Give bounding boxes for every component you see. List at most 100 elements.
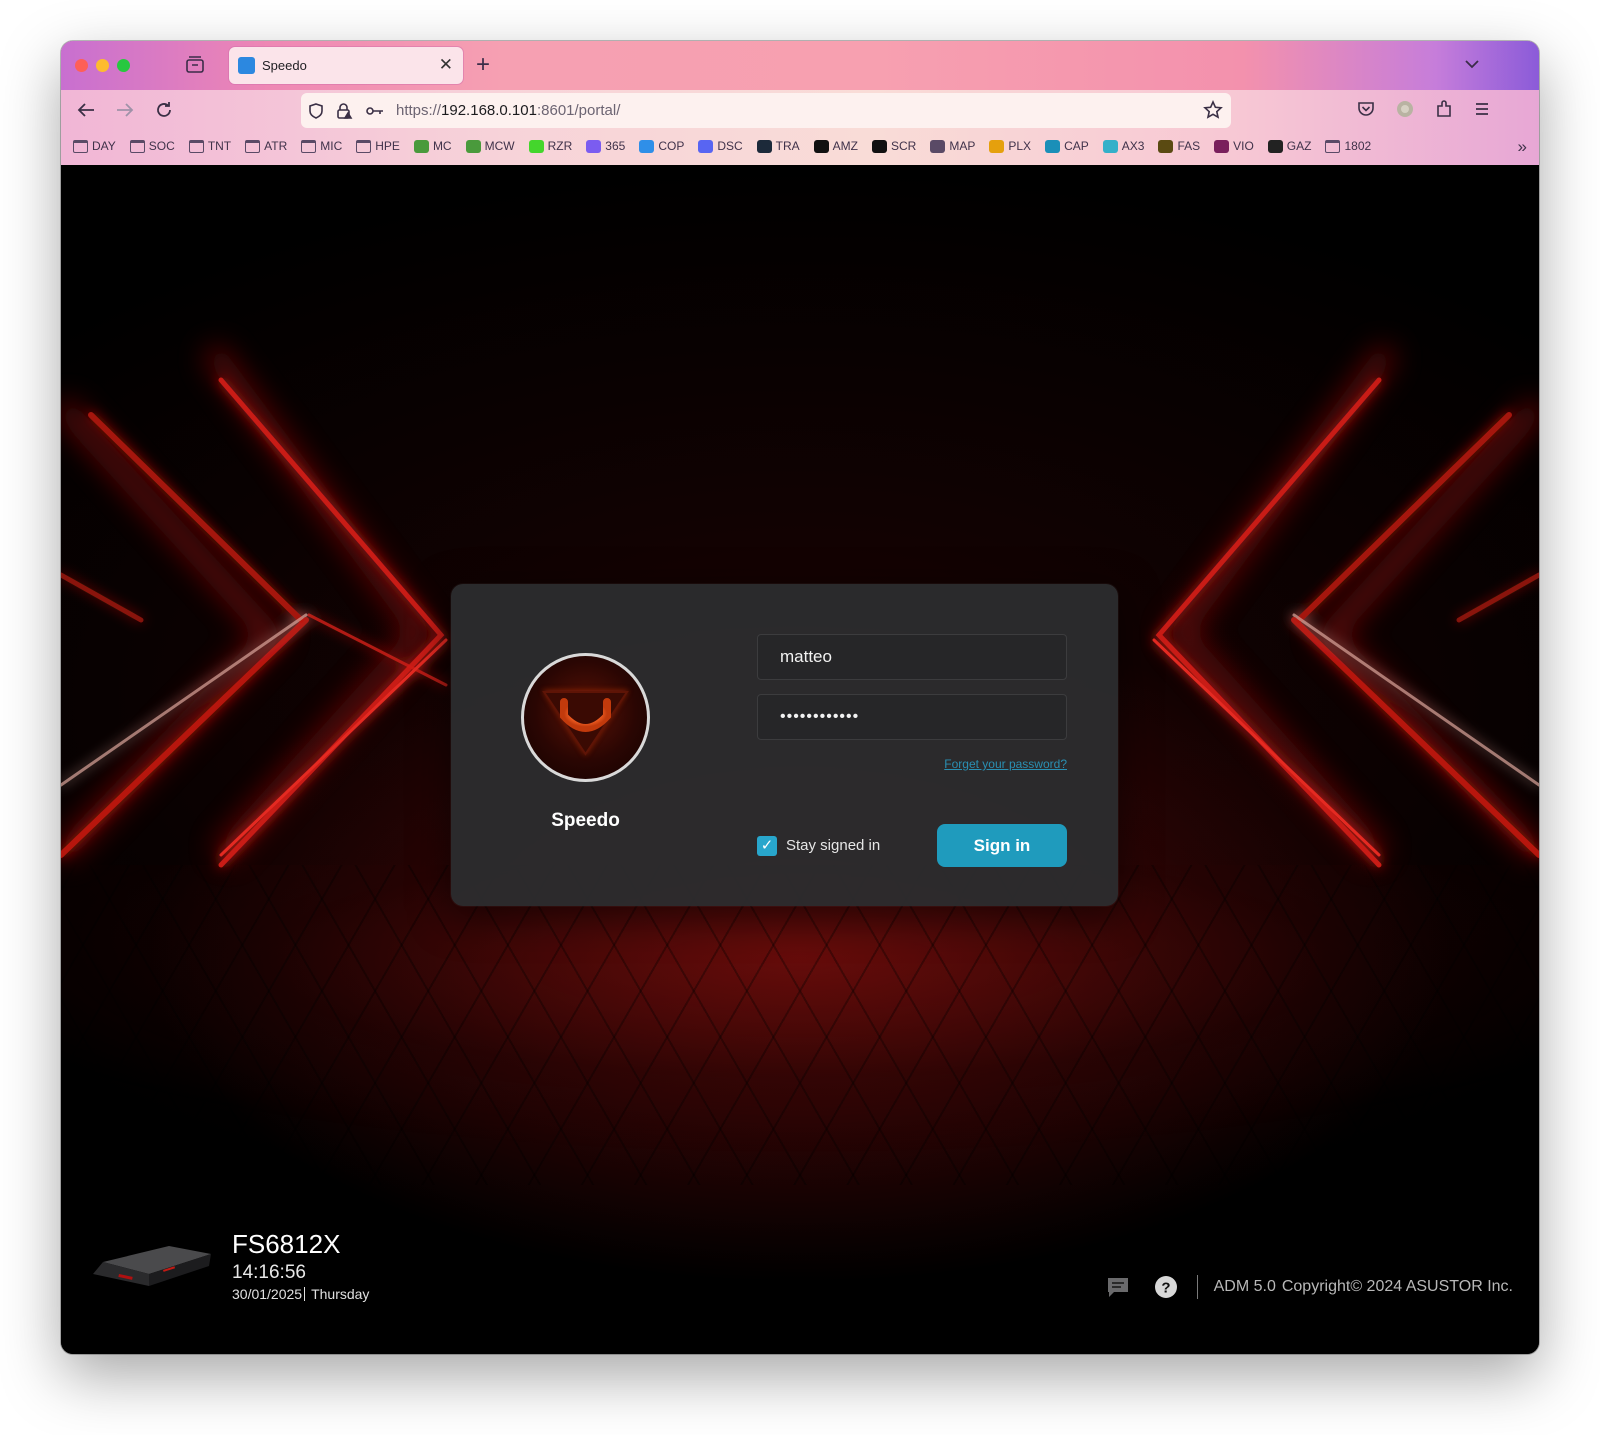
feedback-chat-icon[interactable]	[1105, 1274, 1131, 1300]
tra-icon	[756, 139, 772, 153]
minimize-window-button[interactable]	[96, 59, 109, 72]
bookmark-dsc[interactable]: DSC	[698, 139, 743, 153]
folder-icon	[301, 139, 317, 153]
tplink-icon	[1102, 139, 1118, 153]
bookmark-1802[interactable]: 1802	[1325, 139, 1371, 153]
bookmark-label: 1802	[1344, 139, 1372, 153]
fas-icon	[1158, 139, 1174, 153]
plex-icon	[989, 139, 1005, 153]
bookmark-label: HPE	[375, 139, 400, 153]
copilot-icon	[639, 139, 655, 153]
lock-warning-icon[interactable]	[335, 102, 353, 120]
url-text[interactable]: https://192.168.0.101:8601/portal/	[396, 102, 620, 119]
cap-icon	[1045, 139, 1061, 153]
bookmark-scr[interactable]: SCR	[872, 139, 916, 153]
help-question-icon[interactable]: ?	[1153, 1274, 1179, 1300]
bookmark-tra[interactable]: TRA	[756, 139, 800, 153]
bookmark-mc[interactable]: MC	[413, 139, 452, 153]
vio-icon	[1214, 139, 1230, 153]
bookmark-label: PLX	[1008, 139, 1032, 153]
browser-chrome: Speedo ✕ + https://192.168.0.101:8601/po…	[61, 41, 1539, 165]
sign-in-button[interactable]: Sign in	[937, 824, 1067, 867]
reload-icon[interactable]	[153, 99, 177, 121]
footer-right: ? ADM 5.0 Copyright© 2024 ASUSTOR Inc.	[1105, 1273, 1513, 1301]
bookmark-label: MC	[432, 139, 452, 153]
bookmark-label: MCW	[484, 139, 515, 153]
login-card: Speedo matteo •••••••••••• Forget your p…	[451, 584, 1118, 906]
back-arrow-icon[interactable]	[75, 99, 99, 121]
folder-icon	[188, 139, 204, 153]
device-weekday: Thursday	[311, 1286, 370, 1302]
bookmark-atr[interactable]: ATR	[245, 139, 287, 153]
forward-arrow-icon[interactable]	[114, 99, 138, 121]
folder-icon	[356, 139, 372, 153]
bookmark-label: AMZ	[832, 139, 859, 153]
bookmark-fas[interactable]: FAS	[1158, 139, 1200, 153]
device-date: 30/01/2025	[232, 1286, 303, 1302]
bookmark-star-icon[interactable]	[1203, 100, 1223, 120]
profile-avatar-icon[interactable]	[1395, 99, 1415, 119]
password-field[interactable]: ••••••••••••	[757, 694, 1067, 740]
bookmarks-toolbar: DAY SOC TNT ATR MIC HPE MC MCW RZR 365 COP DSC TRA AM…	[73, 137, 1385, 155]
footer-copyright: Copyright© 2024 ASUSTOR Inc.	[1281, 1278, 1513, 1295]
pocket-icon[interactable]	[1356, 99, 1376, 119]
bookmark-label: ATR	[264, 139, 288, 153]
zoom-window-button[interactable]	[117, 59, 130, 72]
key-icon[interactable]	[365, 102, 383, 120]
bookmark-label: DAY	[92, 139, 116, 153]
nas-device-icon	[93, 1246, 211, 1286]
bookmark-cop[interactable]: COP	[639, 139, 684, 153]
device-date-row: 30/01/2025 Thursday	[232, 1286, 369, 1302]
bookmark-mic[interactable]: MIC	[301, 139, 342, 153]
server-name: Speedo	[551, 810, 620, 831]
new-tab-icon[interactable]: +	[476, 53, 490, 77]
bookmark-tnt[interactable]: TNT	[188, 139, 232, 153]
stay-signed-in-checkbox[interactable]: ✓	[757, 836, 777, 856]
username-field[interactable]: matteo	[757, 634, 1067, 680]
bookmark-gaz[interactable]: GAZ	[1267, 139, 1312, 153]
bookmarks-overflow-chevron-icon[interactable]: »	[1518, 137, 1527, 157]
asustor-favicon-icon	[238, 57, 255, 74]
bookmark-label: FAS	[1177, 139, 1201, 153]
bookmark-cap[interactable]: CAP	[1045, 139, 1089, 153]
tab-overview-icon[interactable]	[184, 54, 208, 76]
forget-password-link[interactable]: Forget your password?	[757, 757, 1067, 771]
bookmark-hpe[interactable]: HPE	[356, 139, 400, 153]
bookmark-label: GAZ	[1286, 139, 1312, 153]
tab-speedo[interactable]: Speedo ✕	[229, 47, 463, 84]
bookmark-label: TNT	[207, 139, 232, 153]
discord-icon	[698, 139, 714, 153]
bookmark-label: DSC	[717, 139, 743, 153]
bookmark-map[interactable]: MAP	[930, 139, 975, 153]
footer-divider	[1196, 1275, 1198, 1299]
bookmark-365[interactable]: 365	[586, 139, 625, 153]
bookmark-label: RZR	[547, 139, 573, 153]
bookmark-rzr[interactable]: RZR	[528, 139, 573, 153]
folder-icon	[129, 139, 145, 153]
bookmark-ax3[interactable]: AX3	[1102, 139, 1145, 153]
razer-icon	[528, 139, 544, 153]
asustor-login-page: Speedo matteo •••••••••••• Forget your p…	[61, 165, 1539, 1354]
bookmark-label: 365	[605, 139, 626, 153]
bookmark-day[interactable]: DAY	[73, 139, 116, 153]
bookmark-label: SCR	[891, 139, 917, 153]
bookmark-mcw[interactable]: MCW	[465, 139, 515, 153]
menu-hamburger-icon[interactable]	[1472, 99, 1492, 119]
bookmark-label: AX3	[1121, 139, 1145, 153]
stay-signed-in-label[interactable]: Stay signed in	[786, 837, 880, 854]
address-bar[interactable]: https://192.168.0.101:8601/portal/	[301, 93, 1231, 128]
bookmark-label: MIC	[320, 139, 343, 153]
tab-title: Speedo	[262, 58, 307, 73]
tab-close-icon[interactable]: ✕	[439, 55, 453, 75]
tab-list-chevron-icon[interactable]	[1463, 55, 1481, 73]
bookmark-soc[interactable]: SOC	[129, 139, 175, 153]
bookmark-vio[interactable]: VIO	[1214, 139, 1254, 153]
close-window-button[interactable]	[75, 59, 88, 72]
meraki-icon	[465, 139, 481, 153]
bookmark-plx[interactable]: PLX	[989, 139, 1031, 153]
device-time: 14:16:56	[232, 1262, 306, 1283]
extensions-icon[interactable]	[1434, 99, 1454, 119]
device-model: FS6812X	[232, 1229, 341, 1259]
bookmark-amz[interactable]: AMZ	[813, 139, 859, 153]
shield-icon[interactable]	[307, 102, 325, 120]
